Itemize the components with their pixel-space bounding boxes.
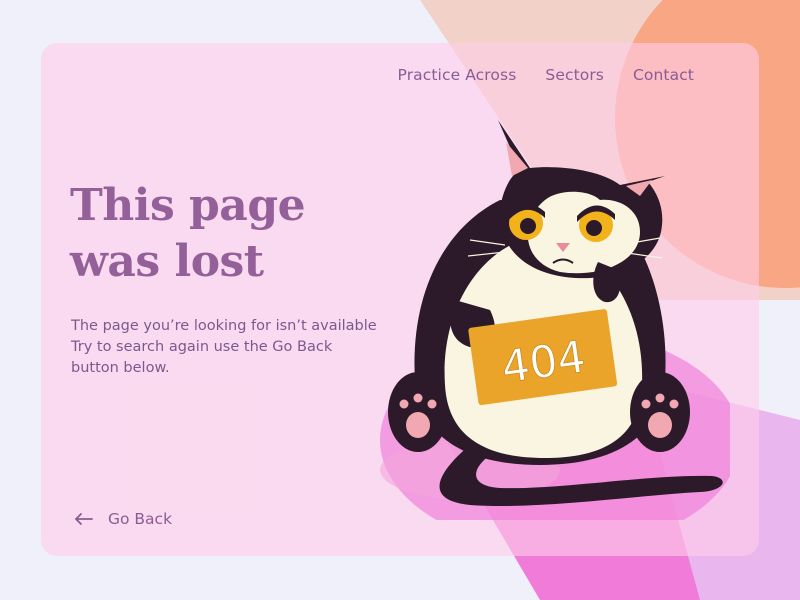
- description-line-1: The page you’re looking for isn’t availa…: [71, 318, 377, 334]
- nav-practice-across[interactable]: Practice Across: [398, 66, 517, 84]
- arrow-left-icon: [75, 513, 93, 525]
- description-line-3: button below.: [71, 360, 170, 376]
- page-title-line-2: was lost: [70, 236, 264, 287]
- page-description: The page you’re looking for isn’t availa…: [71, 316, 401, 379]
- cat-pupil-right: [586, 220, 602, 236]
- cat-pad-left: [406, 412, 430, 438]
- page-title-line-1: This page: [70, 180, 306, 231]
- nav-sectors[interactable]: Sectors: [545, 66, 604, 84]
- cat-pad-right: [648, 412, 672, 438]
- page-title: This page was lost: [70, 178, 306, 290]
- description-line-2: Try to search again use the Go Back: [71, 339, 333, 355]
- cat-404-illustration: 404: [380, 120, 730, 520]
- cat-pupil-left: [520, 218, 536, 234]
- go-back-button[interactable]: Go Back: [74, 510, 172, 528]
- nav-contact[interactable]: Contact: [633, 66, 694, 84]
- go-back-label: Go Back: [108, 510, 173, 528]
- top-nav: Practice Across Sectors Contact: [398, 66, 694, 84]
